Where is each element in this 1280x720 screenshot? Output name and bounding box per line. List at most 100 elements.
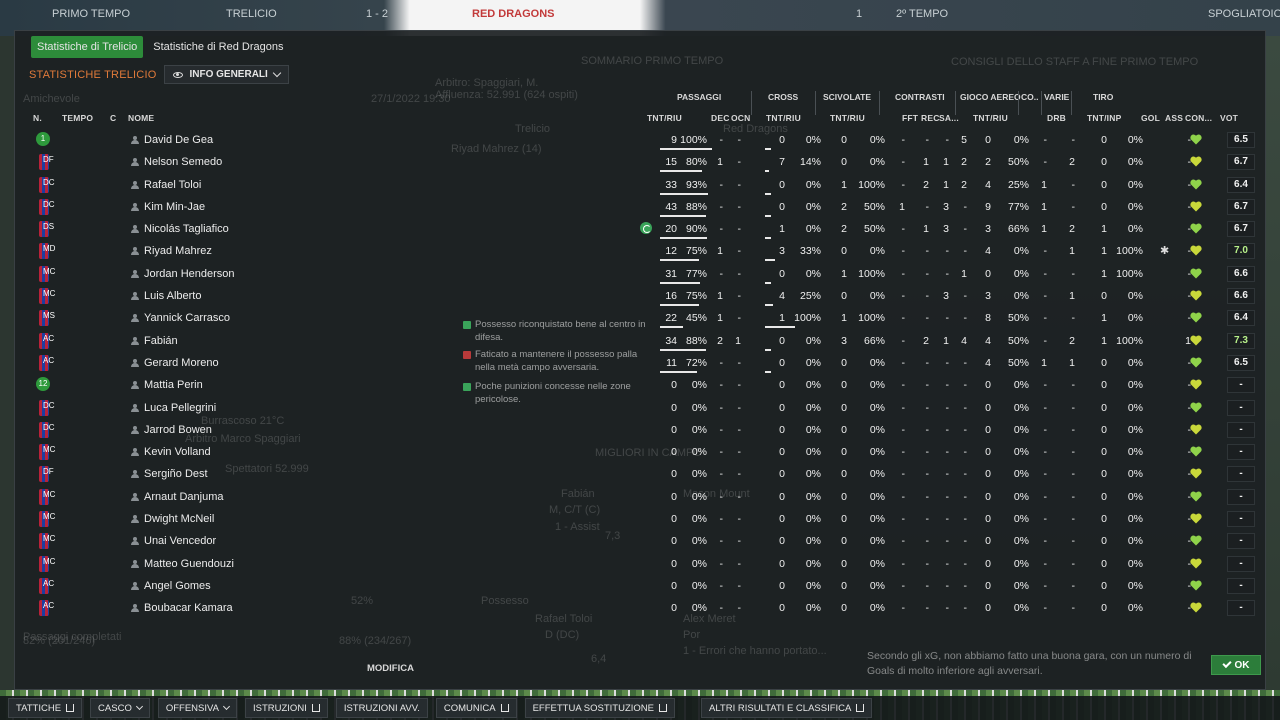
- col-condition-heart[interactable]: CON...: [1185, 113, 1212, 123]
- player-name[interactable]: Dwight McNeil: [144, 513, 214, 525]
- shots-on-target-percent: 0%: [1127, 379, 1143, 392]
- player-name[interactable]: Angel Gomes: [144, 580, 211, 592]
- fouls: -: [925, 468, 930, 481]
- table-row[interactable]: DF Nelson Semedo 15 80% 1-7 14% 0 0% -1 1 2 2 50% -2 0…: [15, 152, 1267, 174]
- col-dribbles[interactable]: DRB: [1047, 113, 1066, 123]
- toolbar-button-comunica[interactable]: COMUNICA: [435, 698, 517, 718]
- player-name[interactable]: Jarrod Bowen: [144, 424, 212, 436]
- col-fouls[interactable]: FFT: [902, 113, 918, 123]
- dribbles: -: [1071, 134, 1076, 146]
- table-row[interactable]: DC Rafael Toloi 33 93% - -0 0% 1 100% -2 1 2 4 25% 1-0…: [15, 175, 1267, 197]
- col-rating[interactable]: VOT: [1220, 113, 1238, 123]
- table-row[interactable]: MC Luis Alberto 16 75% 1-4 25% 0 0% - -3-3 0% -1 0 0%…: [15, 286, 1267, 308]
- toolbar-button-offensiva[interactable]: OFFENSIVA: [157, 698, 237, 718]
- position-label: AC: [43, 601, 55, 611]
- player-name[interactable]: Yannick Carrasco: [144, 312, 230, 324]
- table-row[interactable]: DS Nicolás Tagliafico 20 90% - -1 0% 2 50% -1 3-3 6…: [15, 219, 1267, 241]
- challenges: -: [901, 513, 906, 526]
- player-name[interactable]: Fabián: [144, 335, 178, 347]
- player-name[interactable]: Nicolás Tagliafico: [144, 223, 229, 235]
- table-row[interactable]: AC Angel Gomes 0 0% - -0 0% 0 0% - - - -0 0% - -0 0% - -: [15, 576, 1267, 598]
- modify-button[interactable]: MODIFICA: [367, 663, 414, 674]
- dribbles: 2: [1069, 223, 1075, 236]
- toolbar-button-casco[interactable]: CASCO: [90, 698, 150, 718]
- table-row[interactable]: DF Sergiño Dest 0 0% - -0 0% 0 0% - - - -0 0% - -0 0% - -: [15, 464, 1267, 486]
- tab-red-dragons-stats[interactable]: Statistiche di Red Dragons: [147, 36, 289, 58]
- col-number[interactable]: N.: [33, 113, 42, 123]
- challenges: -: [901, 178, 906, 191]
- col-headers[interactable]: TNT/RIU: [973, 113, 1008, 123]
- player-name[interactable]: Kevin Volland: [144, 446, 211, 458]
- substitution-icon: [640, 222, 652, 235]
- decisive-passes: -: [719, 579, 724, 592]
- table-row[interactable]: MC Dwight McNeil 0 0% - -0 0% 0 0% - - - -0 0% - -0 0% - -: [15, 509, 1267, 531]
- player-name[interactable]: Gerard Moreno: [144, 357, 219, 369]
- decisive-passes: -: [719, 513, 724, 526]
- col-passes[interactable]: TNT/RIU: [647, 113, 682, 123]
- player-name[interactable]: Kim Min-Jae: [144, 201, 205, 213]
- col-saves[interactable]: SA...: [939, 113, 959, 123]
- headers-attempted: 8: [985, 312, 991, 325]
- col-decisive-passes[interactable]: DEC: [711, 113, 730, 123]
- player-name[interactable]: Unai Vencedor: [144, 535, 216, 547]
- player-icon: [131, 448, 139, 457]
- col-shots[interactable]: TNT/INP: [1087, 113, 1121, 123]
- assists: -: [1187, 290, 1192, 303]
- tab-trelicio-stats[interactable]: Statistiche di Trelicio: [31, 36, 144, 58]
- player-name[interactable]: Jordan Henderson: [144, 268, 235, 280]
- recoveries: 1: [943, 156, 949, 169]
- table-row[interactable]: MC Arnaut Danjuma 0 0% - -0 0% 0 0% - - - -0 0% - -0 0% -…: [15, 487, 1267, 509]
- player-name[interactable]: Arnaut Danjuma: [144, 491, 224, 503]
- toolbar-button-tattiche[interactable]: TATTICHE: [8, 698, 83, 718]
- table-row[interactable]: MC Jordan Henderson 31 77% - -0 0% 1 100% - - -1 0 0%…: [15, 264, 1267, 286]
- toolbar-button-altri-risultati-e-classifica[interactable]: ALTRI RISULTATI E CLASSIFICA: [701, 698, 873, 718]
- shots: 1: [1101, 312, 1107, 325]
- col-assists[interactable]: ASS: [1165, 113, 1183, 123]
- toolbar-button-istruzioni[interactable]: ISTRUZIONI: [244, 698, 328, 718]
- player-name[interactable]: Matteo Guendouzi: [144, 558, 234, 570]
- col-tackles[interactable]: TNT/RIU: [830, 113, 865, 123]
- table-row[interactable]: MC Matteo Guendouzi 0 0% - -0 0% 0 0% - - - -0 0% - -0 0…: [15, 554, 1267, 576]
- toolbar-button-effettua-sostituzione[interactable]: EFFETTUA SOSTITUZIONE: [524, 698, 675, 718]
- player-name[interactable]: Boubacar Kamara: [144, 602, 233, 614]
- col-minutes[interactable]: TEMPO: [62, 113, 93, 123]
- shirt-number-badge: 1: [36, 132, 50, 146]
- player-icon: [131, 581, 139, 591]
- decisive-passes: 1: [717, 245, 723, 258]
- crosses-percent: 0%: [805, 223, 821, 236]
- crosses-attempted: 0: [779, 446, 785, 459]
- crosses-attempted: 0: [779, 334, 785, 347]
- toolbar-button-istruzioni-avv[interactable]: ISTRUZIONI AVV.: [335, 698, 428, 718]
- player-name[interactable]: Rafael Toloi: [144, 179, 201, 191]
- col-goals[interactable]: GOL: [1141, 113, 1160, 123]
- col-condition[interactable]: C: [110, 113, 116, 123]
- table-row[interactable]: MC Kevin Volland 0 0% - -0 0% 0 0% - - - -0 0% - -0 0% - -: [15, 442, 1267, 464]
- player-name[interactable]: Sergiño Dest: [144, 468, 208, 480]
- condition-heart-icon: [1190, 424, 1202, 435]
- crosses-bar: [765, 214, 771, 217]
- table-row[interactable]: 1 David De Gea 9 100% - -0 0% 0 0% - - -5 0 0% - -0 0% -6…: [15, 130, 1267, 152]
- table-row[interactable]: DC Jarrod Bowen 0 0% - -0 0% 0 0% - - - -0 0% - -0 0% - -: [15, 420, 1267, 442]
- table-row[interactable]: MC Unai Vencedor 0 0% - -0 0% 0 0% - - - -0 0% - -0 0% - -: [15, 531, 1267, 553]
- view-dropdown[interactable]: INFO GENERALI: [164, 65, 289, 84]
- col-crosses[interactable]: TNT/RIU: [766, 113, 801, 123]
- player-name[interactable]: Mattia Perin: [144, 379, 203, 391]
- ok-button[interactable]: OK: [1211, 655, 1261, 675]
- chances-created: -: [737, 267, 742, 280]
- co-stat: 1: [1041, 223, 1047, 236]
- col-recoveries[interactable]: REC: [921, 113, 940, 123]
- co-stat: -: [1043, 134, 1048, 146]
- table-row[interactable]: MD Riyad Mahrez 12 75% 1-3 33% 0 0% - - - -4 0% -1 1 10…: [15, 241, 1267, 263]
- col-name[interactable]: NOME: [128, 113, 154, 123]
- col-chances[interactable]: OCN: [731, 113, 751, 123]
- table-row[interactable]: AC Boubacar Kamara 0 0% - -0 0% 0 0% - - - -0 0% - -0 0%…: [15, 598, 1267, 620]
- player-name[interactable]: David De Gea: [144, 134, 213, 146]
- passes-attempted: 0: [671, 379, 677, 392]
- shots-on-target-percent: 0%: [1127, 579, 1143, 592]
- shots-on-target-percent: 0%: [1127, 513, 1143, 526]
- table-row[interactable]: DC Kim Min-Jae 43 88% - -0 0% 2 50% 1-3-9 77% 1-0 0%…: [15, 197, 1267, 219]
- player-name[interactable]: Luis Alberto: [144, 290, 201, 302]
- player-name[interactable]: Riyad Mahrez: [144, 245, 212, 257]
- player-name[interactable]: Luca Pellegrini: [144, 402, 216, 414]
- player-name[interactable]: Nelson Semedo: [144, 156, 222, 168]
